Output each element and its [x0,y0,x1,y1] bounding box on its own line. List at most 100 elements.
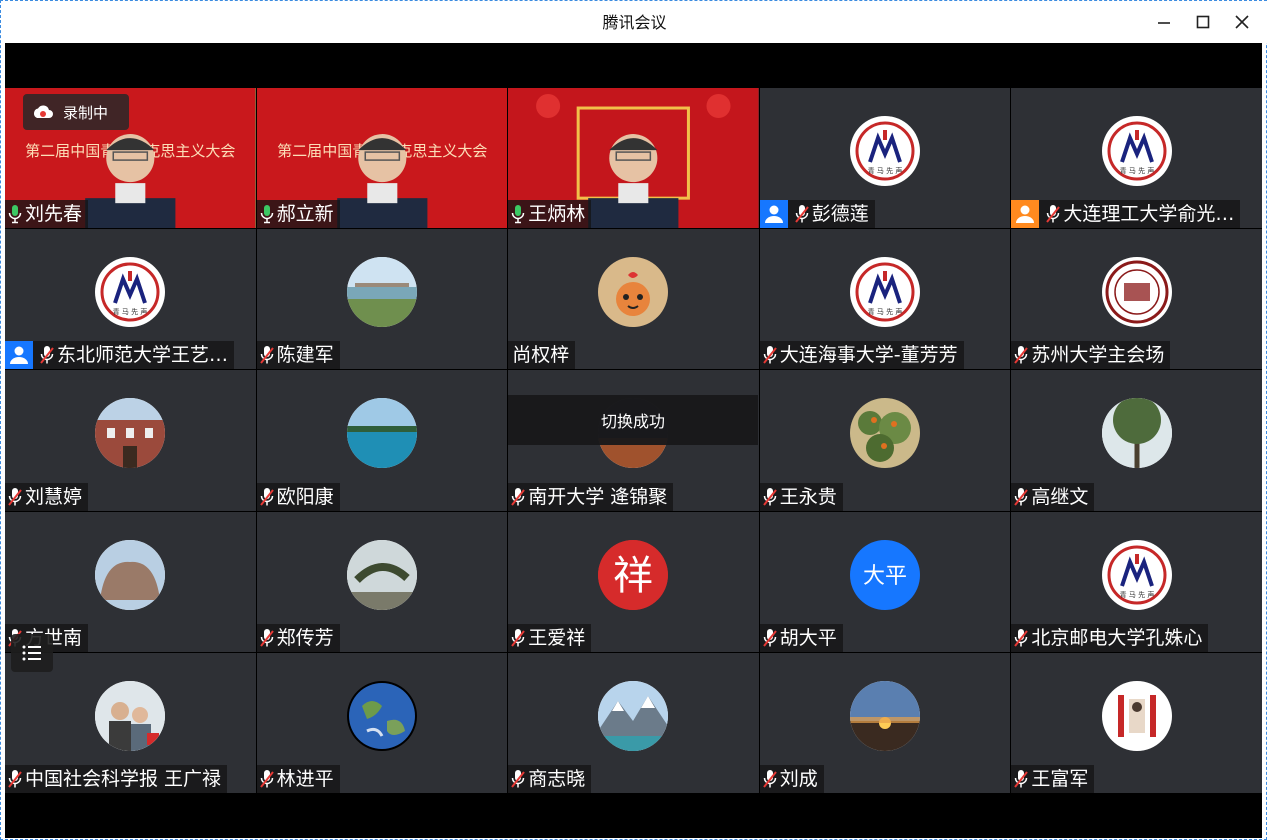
participant-list-button[interactable] [11,634,53,672]
participant-tile[interactable]: 郑传芳 [256,511,508,652]
participant-nameplate: 陈建军 [256,341,340,370]
participant-tile[interactable]: 高继文 [1011,370,1262,511]
participant-tile[interactable]: 青 马 先 声东北师范大学王艺… [5,229,256,370]
recording-label: 录制中 [63,103,109,122]
participant-name: 北京邮电大学孔姝心 [1031,626,1203,649]
participant-tile[interactable]: 第二届中国青年马克思主义大会录制中刘先春 [5,88,256,229]
title-bar[interactable]: 腾讯会议 [1,1,1267,43]
participant-name: 欧阳康 [276,485,334,508]
participant-nameplate: 高继文 [1011,482,1095,511]
svg-text:青 马 先 声: 青 马 先 声 [868,166,903,175]
participant-nameplate: 刘成 [759,764,824,793]
participant-avatar: 青 马 先 声 [850,116,921,187]
mic-muted-icon [1011,765,1031,793]
participant-nameplate: 郑传芳 [256,623,340,652]
participant-nameplate: 苏州大学主会场 [1011,341,1171,370]
maximize-icon [1196,15,1210,29]
meeting-stage: 第二届中国青年马克思主义大会录制中刘先春第二届中国青年马克思主义大会郝立新王炳林… [5,43,1262,838]
participant-avatar [1101,257,1172,328]
participant-nameplate: 王炳林 [508,200,592,229]
mic-muted-icon [1011,483,1031,511]
participant-name: 大连理工大学俞光… [1063,203,1235,226]
participant-nameplate: 林进平 [256,764,340,793]
participant-name: 中国社会科学报 王广禄 [25,767,222,790]
mic-muted-icon [508,624,528,652]
mic-muted-icon [5,483,25,511]
participant-avatar [95,398,166,469]
participant-name: 陈建军 [276,344,334,367]
participant-name: 尚权梓 [512,344,570,367]
participant-name: 东北师范大学王艺… [57,344,229,367]
close-button[interactable] [1229,9,1255,35]
mic-muted-icon [37,341,57,369]
list-menu-icon [22,645,41,661]
participant-tile[interactable]: 青 马 先 声大连理工大学俞光… [1011,88,1262,229]
participant-name: 郝立新 [276,203,334,226]
participant-name: 王富军 [1031,767,1089,790]
toast-message: 切换成功 [508,395,758,445]
recording-indicator[interactable]: 录制中 [23,94,129,130]
participant-tile[interactable]: 商志晓 [508,652,759,793]
participant-tile[interactable]: 王富军 [1011,652,1262,793]
participant-avatar [598,680,669,751]
participant-name: 彭德莲 [811,203,869,226]
participant-nameplate: 欧阳康 [256,482,340,511]
participant-tile[interactable]: 苏州大学主会场 [1011,229,1262,370]
mic-muted-icon [257,765,277,793]
participant-avatar [850,680,921,751]
user-role-icon [5,341,33,370]
participant-avatar [598,257,669,328]
participant-name: 刘先春 [25,203,83,226]
participant-tile[interactable]: 大平 胡大平 [759,511,1011,652]
mic-muted-icon [1011,624,1031,652]
participant-tile[interactable]: 王永贵 [759,370,1011,511]
participant-tile[interactable]: 刘慧婷 [5,370,256,511]
participant-nameplate: 刘先春 [5,200,89,229]
participant-tile[interactable]: 陈建军 [256,229,508,370]
participant-tile[interactable]: 第二届中国青年马克思主义大会郝立新 [256,88,508,229]
participant-tile[interactable]: 祥王爱祥 [508,511,759,652]
mic-on-icon [257,200,277,228]
participant-name: 大连海事大学-董芳芳 [779,344,958,367]
participant-name: 王永贵 [779,485,837,508]
participant-tile[interactable]: 青 马 先 声大连海事大学-董芳芳 [759,229,1011,370]
participant-nameplate: 王爱祥 [508,623,592,652]
participant-nameplate: 大连海事大学-董芳芳 [759,341,964,370]
participant-nameplate: 彭德莲 [759,200,875,229]
svg-text:青 马 先 声: 青 马 先 声 [1119,166,1154,175]
svg-text:青 马 先 声: 青 马 先 声 [1119,590,1154,599]
participant-tile[interactable]: 林进平 [256,652,508,793]
maximize-button[interactable] [1190,9,1216,35]
minimize-icon [1158,22,1170,24]
participant-avatar: 青 马 先 声 [1101,539,1172,610]
participant-nameplate: 尚权梓 [508,341,576,370]
user-role-icon [1011,200,1040,229]
mic-muted-icon [5,765,25,793]
participant-tile[interactable]: 刘成 [759,652,1011,793]
participant-avatar: 青 马 先 声 [95,257,166,328]
minimize-button[interactable] [1151,9,1177,35]
participant-name: 郑传芳 [276,626,334,649]
mic-muted-icon [1043,200,1063,228]
mic-muted-icon [508,765,528,793]
participant-name: 高继文 [1031,485,1089,508]
participant-tile[interactable]: 青 马 先 声彭德莲 [759,88,1011,229]
participant-tile[interactable]: 方世南 [5,511,256,652]
participant-avatar [1101,680,1172,751]
mic-muted-icon [257,624,277,652]
participant-tile[interactable]: 尚权梓 [508,229,759,370]
window-title: 腾讯会议 [602,13,667,32]
participant-tile[interactable]: 王炳林 [508,88,759,229]
participant-tile[interactable]: 欧阳康 [256,370,508,511]
participant-tile[interactable]: 青 马 先 声北京邮电大学孔姝心 [1011,511,1262,652]
mic-muted-icon [760,624,780,652]
participant-avatar [346,398,417,469]
mic-on-icon [508,200,528,228]
participant-nameplate: 王富军 [1011,764,1095,793]
participant-tile[interactable]: 中国社会科学报 王广禄 [5,652,256,793]
participant-avatar [346,257,417,328]
participant-avatar [95,680,166,751]
participant-name: 刘成 [779,767,818,790]
participant-nameplate: 北京邮电大学孔姝心 [1011,623,1209,652]
participant-name: 林进平 [276,767,334,790]
